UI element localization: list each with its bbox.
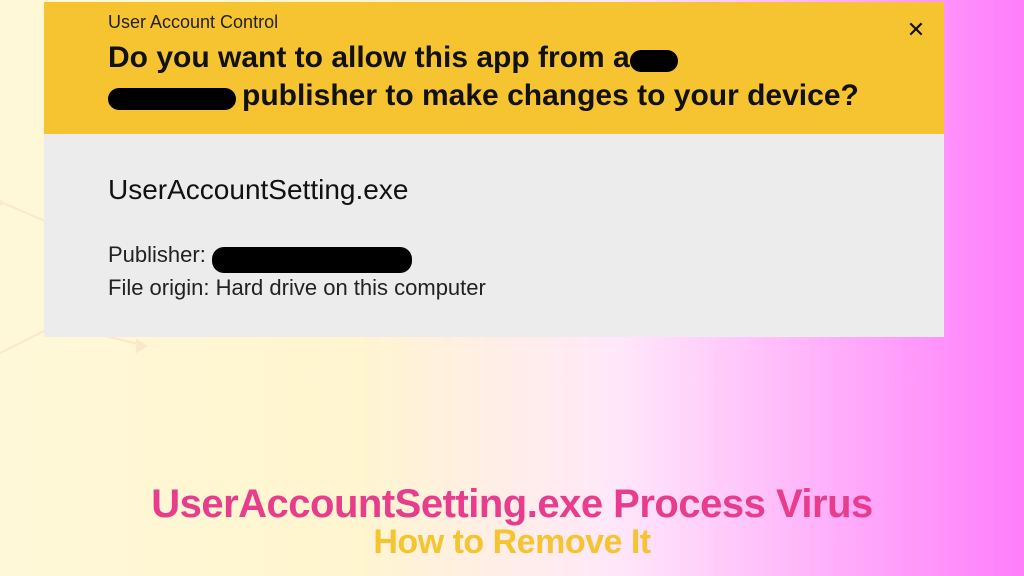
uac-title: User Account Control <box>108 12 928 33</box>
redaction-mark <box>108 88 236 110</box>
origin-value: Hard drive on this computer <box>216 275 486 300</box>
publisher-label: Publisher: <box>108 242 206 267</box>
uac-question: Do you want to allow this app from a pub… <box>108 39 928 114</box>
close-icon: ✕ <box>907 17 925 43</box>
file-origin-line: File origin: Hard drive on this computer <box>108 275 928 301</box>
redaction-mark <box>212 247 412 273</box>
origin-label: File origin: <box>108 275 209 300</box>
uac-question-prefix: Do you want to allow this app from a <box>108 41 630 74</box>
uac-dialog-body: UserAccountSetting.exe Publisher: File o… <box>44 134 944 337</box>
caption-subtitle: How to Remove It <box>0 523 1024 562</box>
article-caption: UserAccountSetting.exe Process Virus How… <box>0 482 1024 562</box>
close-button[interactable]: ✕ <box>902 16 930 44</box>
publisher-line: Publisher: <box>108 242 928 269</box>
uac-dialog: ✕ User Account Control Do you want to al… <box>44 2 944 337</box>
caption-title: UserAccountSetting.exe Process Virus <box>0 482 1024 527</box>
uac-question-suffix: publisher to make changes to your device… <box>242 79 859 112</box>
redaction-mark <box>630 50 678 72</box>
app-name: UserAccountSetting.exe <box>108 174 928 206</box>
page-background: sensorstechforum ✕ User Account Control … <box>0 0 1024 576</box>
uac-dialog-header: ✕ User Account Control Do you want to al… <box>44 2 944 134</box>
